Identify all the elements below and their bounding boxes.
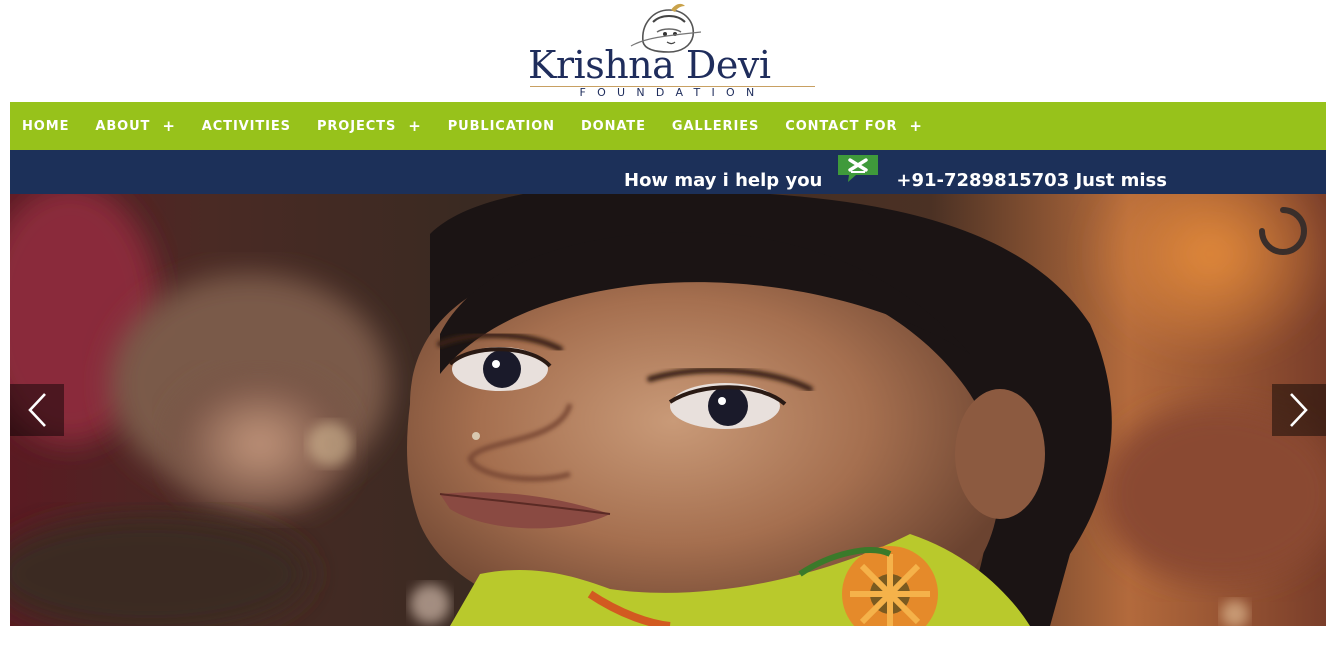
hero-slider xyxy=(10,194,1326,626)
nav-item-about[interactable]: ABOUT + xyxy=(95,117,175,135)
nav-item-projects[interactable]: PROJECTS + xyxy=(317,117,422,135)
marquee-text-help: How may i help you xyxy=(624,169,823,191)
loading-spinner-icon xyxy=(1259,207,1307,255)
nav-item-label: CONTACT FOR xyxy=(785,118,898,134)
nav-item-label: ACTIVITIES xyxy=(201,118,291,134)
chevron-right-icon xyxy=(1290,393,1308,427)
nav-item-label: PROJECTS xyxy=(316,118,397,134)
nav-item-donate[interactable]: DONATE xyxy=(581,119,646,134)
nav-item-label: PUBLICATION xyxy=(447,118,555,134)
marquee-text-phone: +91-7289815703 Just miss xyxy=(896,169,1167,191)
chevron-left-icon xyxy=(28,393,46,427)
nav-item-home[interactable]: HOME xyxy=(22,119,69,134)
logo-title: Krishna Devi xyxy=(528,43,771,87)
nav-item-contact-for[interactable]: CONTACT FOR + xyxy=(785,117,923,135)
slider-prev-button[interactable] xyxy=(10,384,64,436)
submenu-plus-icon[interactable]: + xyxy=(162,117,175,135)
logo-subtitle: FOUNDATION xyxy=(579,86,766,99)
nav-item-label: DONATE xyxy=(580,118,646,134)
site-header: Krishna Devi FOUNDATION xyxy=(0,0,1340,102)
slider-next-button[interactable] xyxy=(1272,384,1326,436)
page: Krishna Devi FOUNDATION HOME ABOUT + ACT… xyxy=(0,0,1340,650)
marquee-content: How may i help you +91-7289815703 Just m… xyxy=(624,150,1167,194)
nav-item-label: ABOUT xyxy=(95,118,151,134)
site-logo[interactable]: Krishna Devi FOUNDATION xyxy=(520,0,820,102)
nav-item-galleries[interactable]: GALLERIES xyxy=(672,119,759,134)
nav-item-activities[interactable]: ACTIVITIES xyxy=(202,119,291,134)
nav-item-label: GALLERIES xyxy=(671,118,760,134)
help-marquee: How may i help you +91-7289815703 Just m… xyxy=(10,150,1326,194)
nav-item-publication[interactable]: PUBLICATION xyxy=(448,119,555,134)
whatsapp-icon[interactable] xyxy=(836,153,880,183)
submenu-plus-icon[interactable]: + xyxy=(408,117,421,135)
nav-item-label: HOME xyxy=(22,118,70,134)
girl-portrait-photo xyxy=(10,194,1326,626)
submenu-plus-icon[interactable]: + xyxy=(909,117,922,135)
main-navigation: HOME ABOUT + ACTIVITIES PROJECTS + PUBLI… xyxy=(10,102,1326,150)
